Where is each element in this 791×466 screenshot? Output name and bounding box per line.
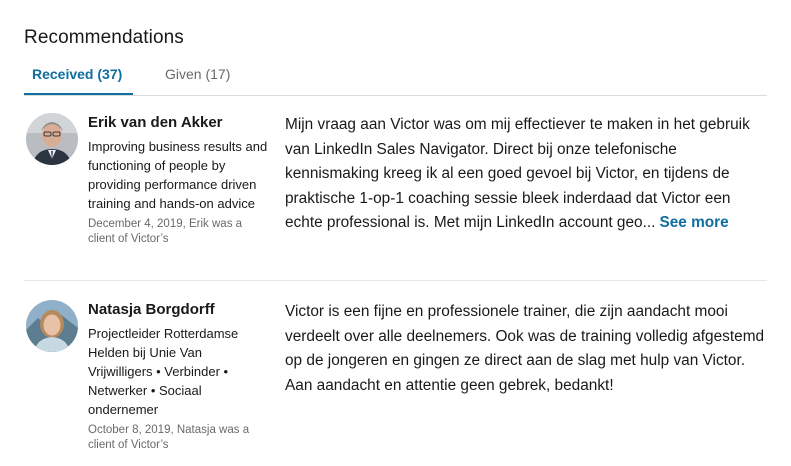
tab-given[interactable]: Given (17) [165,58,230,94]
recommender-info: Natasja Borgdorff Projectleider Rotterda… [88,296,268,453]
recommendation-date: October 8, 2019, Natasja was a client of… [88,424,250,451]
recommendation-item: Erik van den Akker Improving business re… [24,109,767,281]
tab-received[interactable]: Received (37) [24,58,133,95]
recommendation-tabs: Received (37) Given (17) [24,58,767,96]
avatar[interactable] [26,113,78,165]
see-more-link[interactable]: See more [659,214,728,231]
recommender-name[interactable]: Natasja Borgdorff [88,296,268,324]
recommender-name[interactable]: Erik van den Akker [88,109,268,137]
profile-photo-icon [26,300,78,352]
profile-photo-icon [26,113,78,165]
avatar[interactable] [26,300,78,352]
recommendations-page: Recommendations Received (37) Given (17)… [0,0,791,466]
recommendation-text-block: Mijn vraag aan Victor was om mij effecti… [285,113,767,236]
section-title: Recommendations [24,27,184,48]
recommendation-text: Victor is een fijne en professionele tra… [285,303,765,394]
recommender-headline: Improving business results and functioni… [88,139,268,211]
recommendation-item: Natasja Borgdorff Projectleider Rotterda… [24,296,767,466]
recommender-headline: Projectleider Rotterdamse Helden bij Uni… [88,326,239,417]
recommendation-text-block: Victor is een fijne en professionele tra… [285,300,767,398]
recommender-info: Erik van den Akker Improving business re… [88,109,268,247]
recommendation-date: December 4, 2019, Erik was a client of V… [88,218,243,245]
